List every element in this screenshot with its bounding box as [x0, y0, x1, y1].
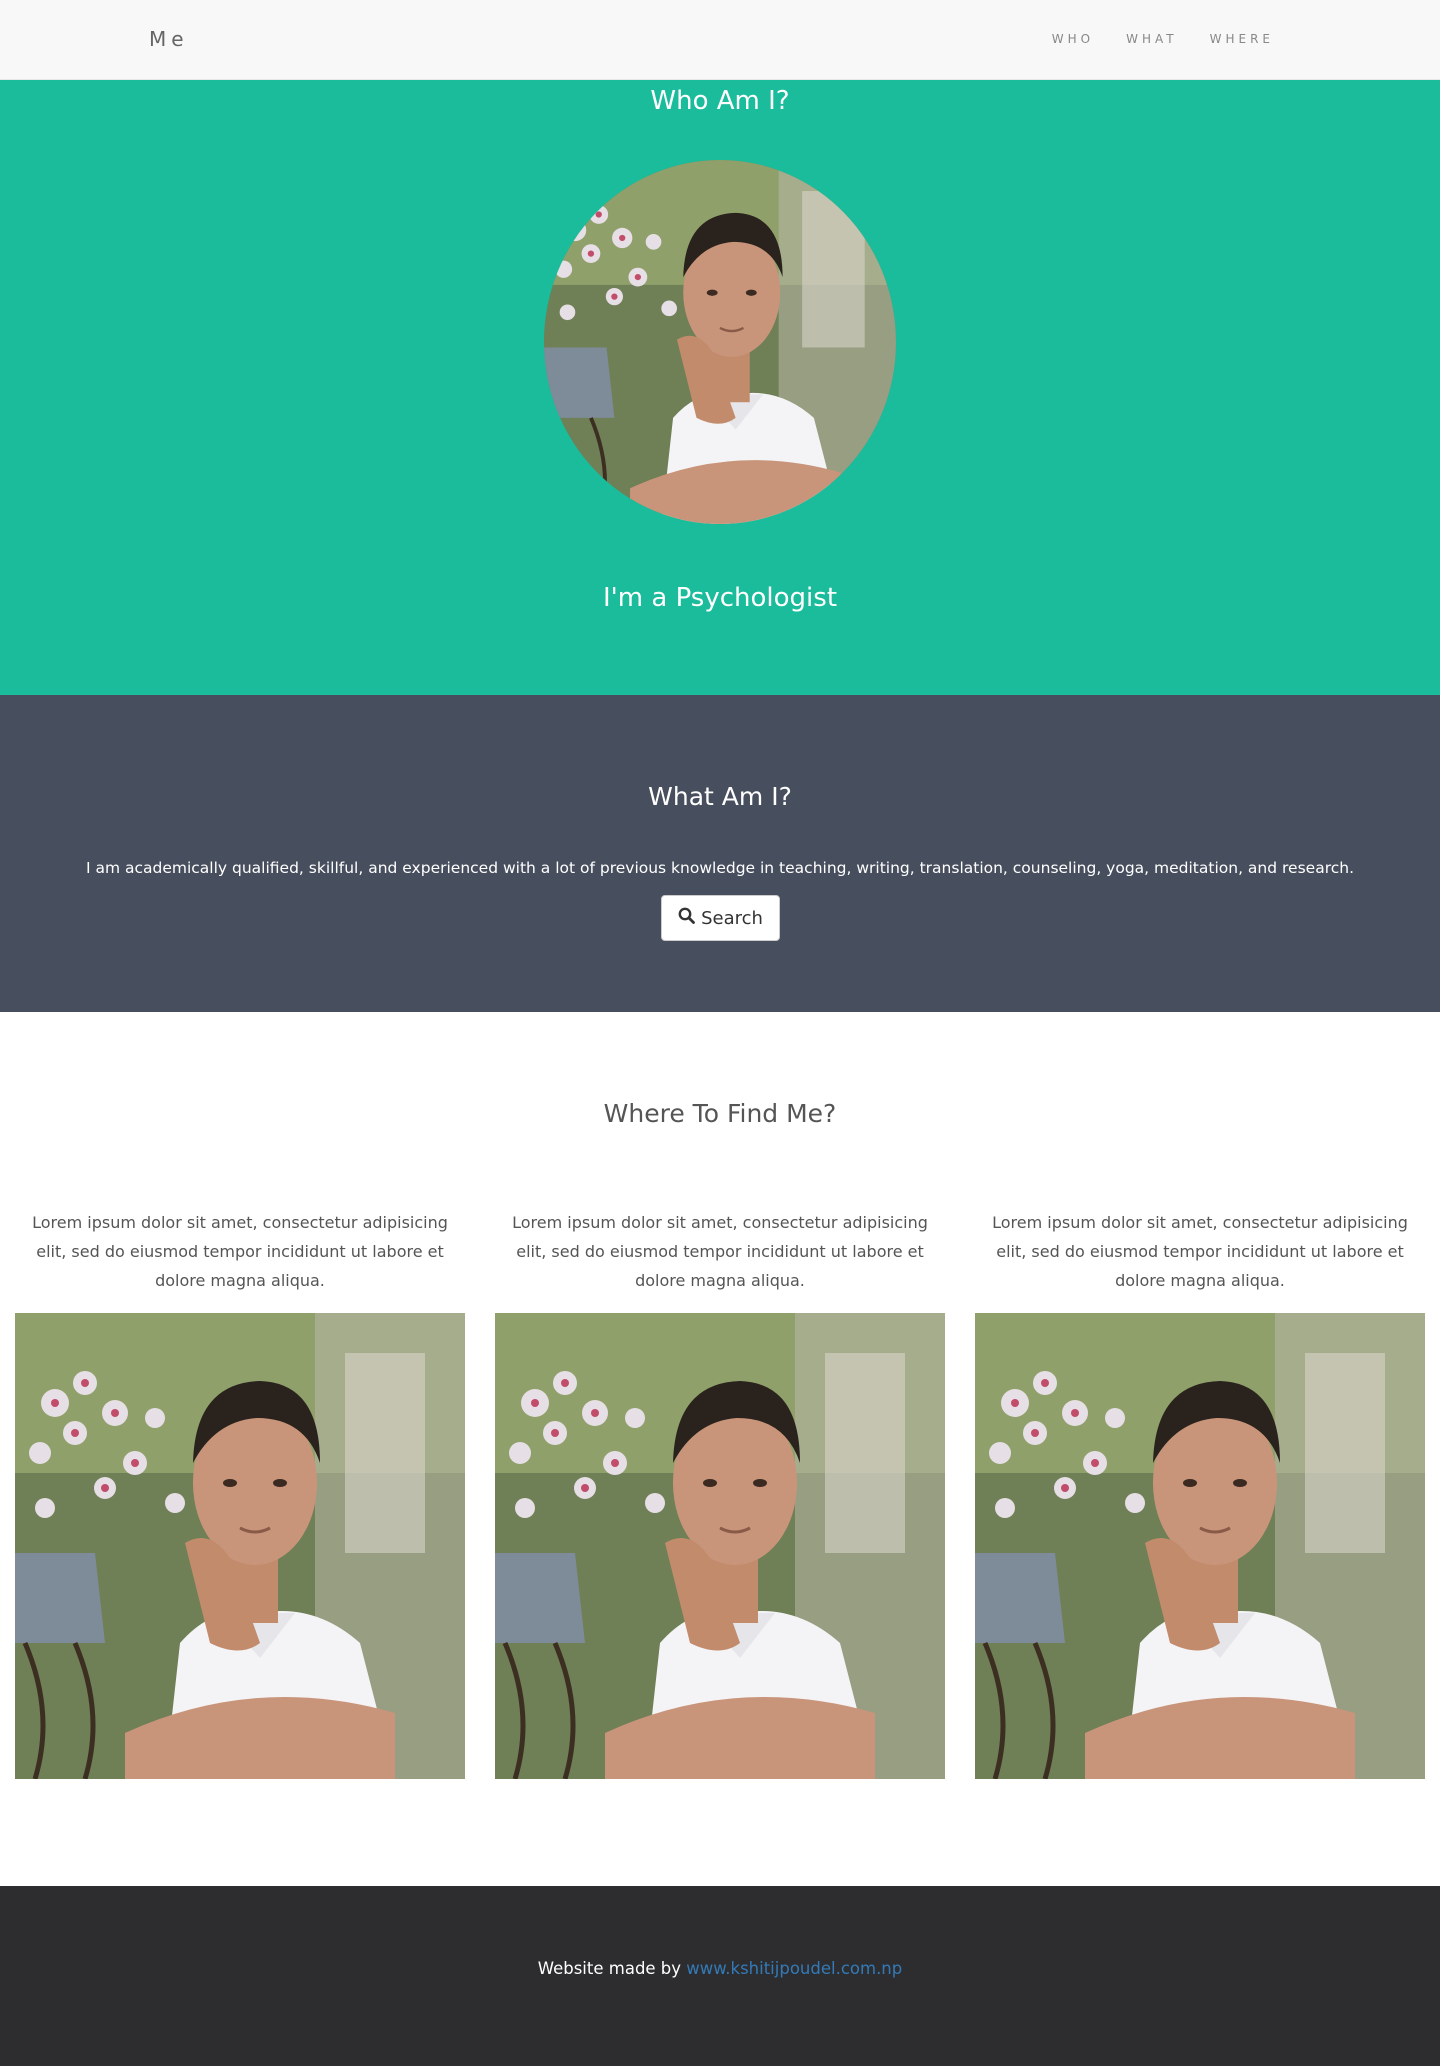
where-title: Where To Find Me? [603, 1099, 837, 1128]
where-card: Lorem ipsum dolor sit amet, consectetur … [495, 1208, 945, 1779]
what-section: What Am I? I am academically qualified, … [0, 695, 1440, 1012]
navbar: Me WHO WHAT WHERE [0, 0, 1440, 80]
footer-text: Website made by www.kshitijpoudel.com.np [0, 1959, 1440, 1978]
footer-prefix: Website made by [537, 1959, 687, 1978]
nav-link-where[interactable]: WHERE [1210, 32, 1274, 46]
card-text: Lorem ipsum dolor sit amet, consectetur … [32, 1213, 448, 1290]
who-subtitle: I'm a Psychologist [602, 583, 838, 613]
where-card: Lorem ipsum dolor sit amet, consectetur … [975, 1208, 1425, 1779]
search-button-label: Search [701, 907, 763, 929]
card-photo [15, 1313, 465, 1779]
card-text: Lorem ipsum dolor sit amet, consectetur … [992, 1213, 1408, 1290]
footer-website-link[interactable]: www.kshitijpoudel.com.np [686, 1959, 902, 1978]
search-button[interactable]: Search [661, 895, 780, 941]
nav-links: WHO WHAT WHERE [1052, 32, 1274, 46]
card-text: Lorem ipsum dolor sit amet, consectetur … [512, 1213, 928, 1290]
what-description: I am academically qualified, skillful, a… [85, 859, 1355, 877]
who-title: Who Am I? [650, 86, 790, 116]
where-section: Where To Find Me? Lorem ipsum dolor sit … [0, 1012, 1440, 1886]
where-card: Lorem ipsum dolor sit amet, consectetur … [15, 1208, 465, 1779]
search-icon [678, 907, 695, 929]
avatar-photo [544, 160, 896, 524]
footer: Website made by www.kshitijpoudel.com.np [0, 1886, 1440, 2066]
what-title: What Am I? [648, 782, 792, 811]
nav-link-who[interactable]: WHO [1052, 32, 1094, 46]
who-section: Who Am I? I'm a Psychologist [0, 80, 1440, 695]
card-photo [975, 1313, 1425, 1779]
brand-link[interactable]: Me [149, 27, 189, 51]
nav-link-what[interactable]: WHAT [1126, 32, 1178, 46]
card-photo [495, 1313, 945, 1779]
